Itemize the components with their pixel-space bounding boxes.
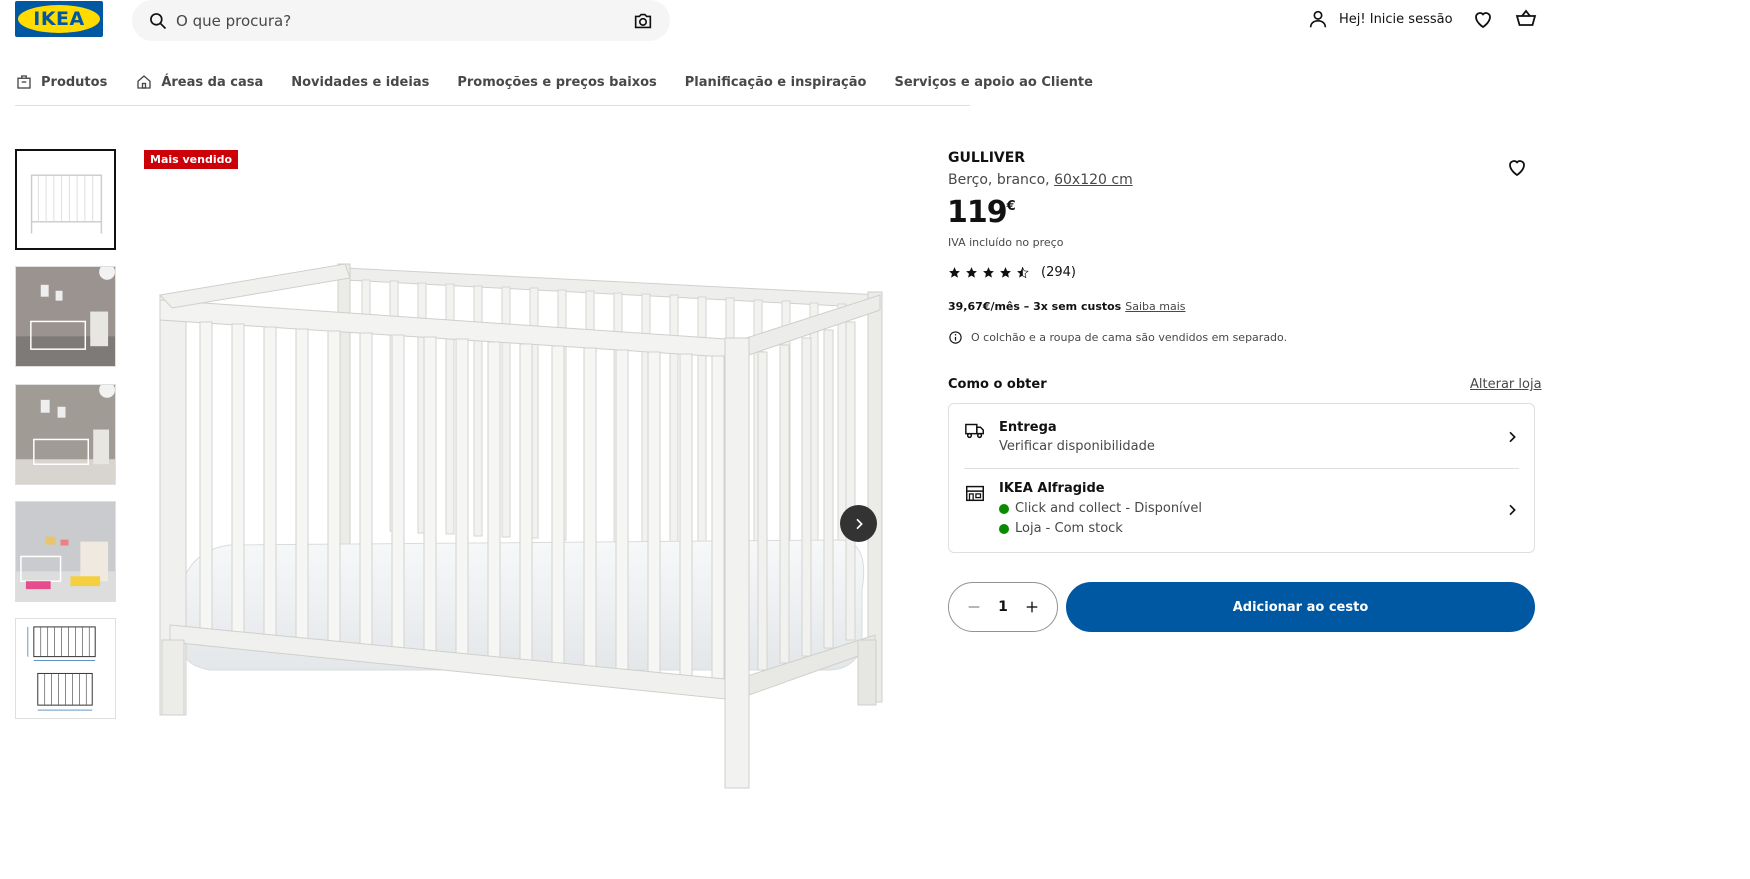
nav-item-planificacao[interactable]: Planificação e inspiração <box>685 64 867 100</box>
click-collect-status: Click and collect - Disponível <box>999 501 1202 516</box>
chevron-right-icon <box>855 518 863 529</box>
thumbnail-4[interactable] <box>15 501 116 602</box>
change-store-link[interactable]: Alterar loja <box>1470 377 1542 392</box>
basket-icon[interactable] <box>1514 7 1538 31</box>
description-text: Berço, branco, <box>948 172 1055 188</box>
logo-oval: IKEA <box>18 5 100 33</box>
nursery-thumbnail-image <box>16 502 115 601</box>
nav-label: Promoções e preços baixos <box>457 74 657 90</box>
heart-icon[interactable] <box>1471 7 1495 31</box>
nav-label: Serviços e apoio ao Cliente <box>894 74 1093 90</box>
notice-text: O colchão e a roupa de cama são vendidos… <box>971 331 1288 344</box>
nav-item-novidades[interactable]: Novidades e ideias <box>291 64 429 100</box>
crib-thumbnail-image <box>17 151 114 248</box>
search-icon <box>150 12 167 29</box>
star-icon <box>1000 267 1011 278</box>
nav-item-areas[interactable]: Áreas da casa <box>135 64 263 100</box>
quantity-stepper: 1 <box>948 582 1058 632</box>
status-dot <box>999 503 1009 514</box>
half-star-icon <box>1017 266 1029 279</box>
room-thumbnail-image <box>16 385 115 484</box>
add-to-cart-button[interactable]: Adicionar ao cesto <box>1066 582 1535 632</box>
home-icon <box>137 75 152 89</box>
delivery-subtitle: Verificar disponibilidade <box>999 439 1155 454</box>
dimensions-thumbnail-image <box>16 619 115 718</box>
search-input[interactable] <box>176 11 632 30</box>
rating-count: (294) <box>1041 265 1076 280</box>
finance-info: 39,67€/mês – 3x sem custos Saiba mais <box>948 300 1185 313</box>
thumbnail-1[interactable] <box>15 149 116 250</box>
rating-stars <box>948 266 1029 279</box>
products-icon <box>17 75 31 89</box>
main-nav: Produtos Áreas da casa Novidades e ideia… <box>15 64 1093 106</box>
nav-item-servicos[interactable]: Serviços e apoio ao Cliente <box>894 64 1092 100</box>
chevron-right-icon <box>1509 504 1516 516</box>
nav-label: Áreas da casa <box>161 74 264 90</box>
store-row[interactable]: IKEA Alfragide Click and collect - Dispo… <box>949 468 1534 554</box>
product-main-image <box>159 263 883 789</box>
product-price: 119€ <box>947 195 1016 230</box>
star-icon <box>949 267 960 278</box>
quantity-value[interactable]: 1 <box>998 599 1008 615</box>
size-link[interactable]: 60x120 cm <box>1054 172 1133 188</box>
next-image-button[interactable] <box>840 505 877 542</box>
thumbnail-2[interactable] <box>15 266 116 367</box>
camera-icon[interactable] <box>632 10 654 32</box>
store-title: IKEA Alfragide <box>999 481 1105 496</box>
minus-icon <box>968 606 980 608</box>
truck-icon <box>965 423 984 439</box>
increase-quantity-button[interactable] <box>1023 598 1041 616</box>
rating[interactable]: (294) <box>948 265 1076 280</box>
favourite-heart-icon[interactable] <box>1505 155 1529 179</box>
thumbnail-5[interactable] <box>15 618 116 719</box>
store-stock-status: Loja - Com stock <box>999 521 1123 536</box>
nav-label: Planificação e inspiração <box>684 74 867 90</box>
login-link[interactable]: Hej! Inicie sessão <box>1307 8 1453 30</box>
how-to-get-heading: Como o obter <box>948 377 1047 392</box>
product-name: GULLIVER <box>948 150 1026 166</box>
info-icon <box>949 331 962 344</box>
store-icon <box>966 485 984 502</box>
nav-item-produtos[interactable]: Produtos <box>15 64 107 100</box>
nav-label: Produtos <box>41 74 108 90</box>
star-icon <box>966 267 977 278</box>
nav-item-promocoes[interactable]: Promoções e preços baixos <box>457 64 656 100</box>
delivery-row[interactable]: Entrega Verificar disponibilidade <box>949 404 1534 468</box>
finance-text: 39,67€/mês – 3x sem custos <box>948 300 1122 313</box>
finance-link[interactable]: Saiba mais <box>1125 300 1185 313</box>
nav-label: Novidades e ideias <box>291 74 430 90</box>
price-currency: € <box>1006 199 1016 214</box>
thumbnail-3[interactable] <box>15 384 116 485</box>
star-icon <box>983 267 994 278</box>
store-stock-text: Loja - Com stock <box>1015 521 1123 536</box>
status-dot <box>999 523 1009 534</box>
login-label: Hej! Inicie sessão <box>1339 11 1453 27</box>
notice: O colchão e a roupa de cama são vendidos… <box>948 330 1287 345</box>
room-thumbnail-image <box>16 267 115 366</box>
plus-icon <box>1026 601 1038 613</box>
ikea-logo[interactable]: IKEA <box>15 1 103 37</box>
bestseller-badge: Mais vendido <box>144 150 239 169</box>
availability-panel: Entrega Verificar disponibilidade IKEA A… <box>948 403 1535 553</box>
product-description: Berço, branco, 60x120 cm <box>948 172 1133 188</box>
user-icon <box>1309 10 1327 28</box>
logo-text: IKEA <box>33 8 85 30</box>
price-number: 119 <box>947 195 1008 230</box>
delivery-subtitle-text: Verificar disponibilidade <box>999 439 1155 454</box>
vat-note: IVA incluído no preço <box>948 236 1064 249</box>
chevron-right-icon <box>1509 431 1516 443</box>
delivery-title: Entrega <box>999 420 1057 435</box>
search-bar[interactable] <box>132 0 670 41</box>
click-collect-text: Click and collect - Disponível <box>1015 501 1202 516</box>
decrease-quantity-button[interactable] <box>965 598 983 616</box>
